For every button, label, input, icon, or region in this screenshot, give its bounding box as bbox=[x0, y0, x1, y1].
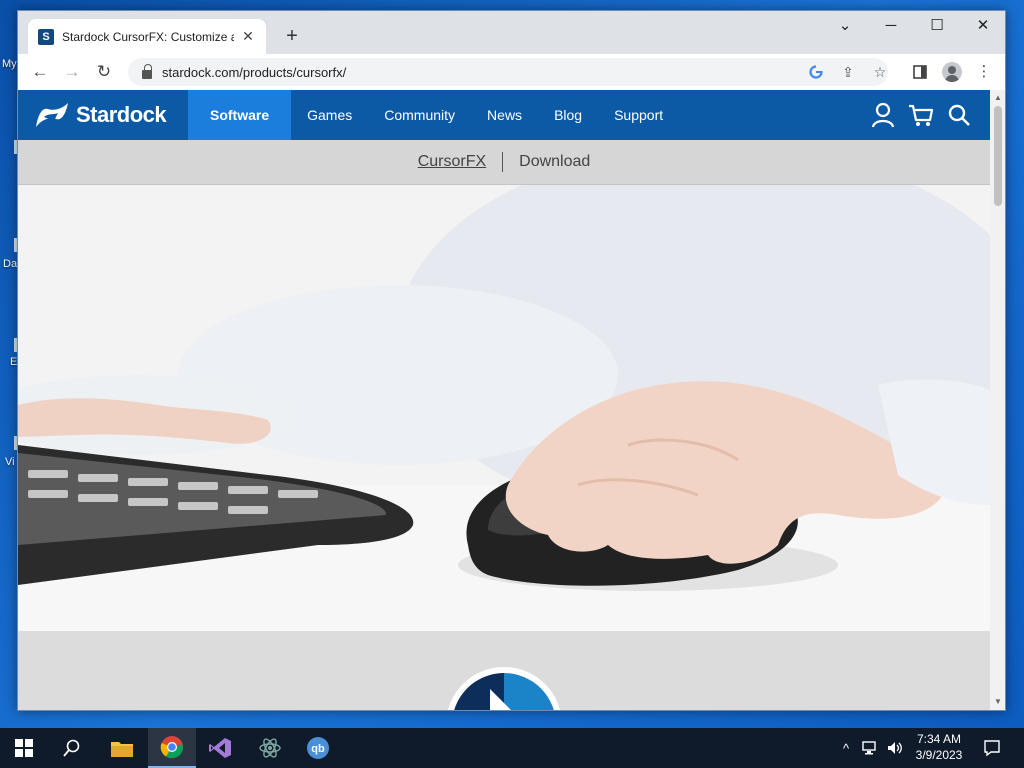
qbittorrent-icon: qb bbox=[307, 737, 329, 759]
desktop-icon-label[interactable]: My bbox=[2, 58, 17, 70]
scroll-up-arrow-icon[interactable]: ▲ bbox=[994, 93, 1002, 102]
desktop-icon-label[interactable]: Vi bbox=[5, 456, 15, 468]
product-subnav: CursorFX Download bbox=[18, 140, 990, 185]
notification-center-button[interactable] bbox=[972, 728, 1012, 768]
nav-community[interactable]: Community bbox=[368, 90, 471, 140]
maximize-button[interactable]: ☐ bbox=[914, 11, 960, 43]
clock-date: 3/9/2023 bbox=[915, 748, 963, 762]
system-tray: ^ bbox=[836, 728, 904, 768]
account-icon[interactable] bbox=[870, 102, 896, 128]
content-section bbox=[18, 631, 990, 710]
chrome-icon bbox=[160, 736, 184, 759]
taskbar-search-button[interactable] bbox=[48, 728, 96, 768]
keyboard-key bbox=[128, 498, 168, 506]
subnav-cursorfx-link[interactable]: CursorFX bbox=[418, 153, 486, 171]
nav-games[interactable]: Games bbox=[291, 90, 368, 140]
cursorfx-logo-icon bbox=[450, 669, 558, 710]
browser-window: S Stardock CursorFX: Customize ar ✕ + ⌄ … bbox=[17, 10, 1006, 711]
atom-icon bbox=[259, 738, 281, 758]
start-button[interactable] bbox=[0, 728, 48, 768]
google-translate-icon[interactable] bbox=[804, 58, 828, 86]
taskbar-clock[interactable]: 7:34 AM 3/9/2023 bbox=[908, 731, 970, 763]
nav-news[interactable]: News bbox=[471, 90, 538, 140]
new-tab-button[interactable]: + bbox=[280, 25, 304, 49]
keyboard-key bbox=[228, 486, 268, 494]
subnav-download-link[interactable]: Download bbox=[519, 153, 590, 171]
keyboard-key bbox=[128, 478, 168, 486]
show-hidden-icons-icon[interactable]: ^ bbox=[836, 741, 856, 756]
svg-text:qb: qb bbox=[311, 743, 325, 755]
keyboard-key bbox=[178, 502, 218, 510]
page-viewport: Stardock Software Games Community News B… bbox=[18, 90, 990, 710]
nav-blog[interactable]: Blog bbox=[538, 90, 598, 140]
reload-button[interactable]: ↻ bbox=[92, 60, 116, 84]
lock-icon[interactable] bbox=[142, 63, 152, 79]
share-icon[interactable]: ⇪ bbox=[836, 58, 860, 86]
back-button[interactable]: ← bbox=[28, 60, 52, 84]
subnav-divider bbox=[502, 152, 504, 172]
side-panel-icon[interactable] bbox=[908, 60, 932, 84]
tab-title: Stardock CursorFX: Customize ar bbox=[62, 29, 234, 44]
profile-avatar[interactable] bbox=[940, 60, 964, 84]
keyboard-key bbox=[78, 494, 118, 502]
site-header: Stardock Software Games Community News B… bbox=[18, 90, 990, 140]
keyboard-key bbox=[78, 474, 118, 482]
taskbar-chrome[interactable] bbox=[148, 728, 196, 768]
tab-close-icon[interactable]: ✕ bbox=[240, 28, 256, 45]
stardock-logo-icon bbox=[36, 103, 68, 127]
search-icon bbox=[63, 739, 80, 757]
keyboard-key bbox=[28, 470, 68, 478]
bookmark-star-icon[interactable]: ☆ bbox=[868, 58, 892, 86]
taskbar-atom[interactable] bbox=[246, 728, 294, 768]
taskbar-file-explorer[interactable] bbox=[98, 728, 146, 768]
nav-software[interactable]: Software bbox=[188, 90, 292, 140]
taskbar: qb ^ 7:34 AM 3/9/2023 bbox=[0, 728, 1024, 768]
brand-name: Stardock bbox=[76, 102, 167, 127]
clock-time: 7:34 AM bbox=[916, 732, 962, 746]
keyboard-key bbox=[228, 506, 268, 514]
start-icon bbox=[15, 739, 33, 757]
keyboard-key bbox=[28, 490, 68, 498]
nav-support[interactable]: Support bbox=[598, 90, 679, 140]
file-explorer-icon bbox=[111, 742, 133, 757]
tab-strip: S Stardock CursorFX: Customize ar ✕ + ⌄ … bbox=[18, 11, 1005, 54]
stardock-logo[interactable]: Stardock bbox=[32, 99, 182, 131]
cursorfx-product-icon bbox=[446, 667, 562, 710]
hero-image bbox=[18, 185, 990, 631]
browser-tab[interactable]: S Stardock CursorFX: Customize ar ✕ bbox=[28, 19, 266, 54]
desktop-icon-label[interactable]: Da bbox=[3, 258, 17, 270]
volume-icon[interactable] bbox=[886, 740, 904, 756]
network-icon[interactable] bbox=[862, 740, 880, 756]
stardock-favicon-icon: S bbox=[38, 28, 54, 45]
taskbar-visual-studio[interactable] bbox=[196, 728, 244, 768]
header-icons bbox=[870, 102, 972, 128]
notification-icon bbox=[984, 740, 1000, 757]
scroll-down-arrow-icon[interactable]: ▼ bbox=[994, 697, 1002, 706]
forward-button[interactable]: → bbox=[60, 60, 84, 84]
browser-toolbar: ← → ↻ stardock.com/products/cursorfx/ ⇪ … bbox=[18, 54, 1005, 90]
taskbar-qbittorrent[interactable]: qb bbox=[294, 728, 342, 768]
page-scrollbar[interactable]: ▲ ▼ bbox=[990, 90, 1005, 710]
avatar-icon bbox=[942, 62, 962, 82]
cart-icon[interactable] bbox=[908, 102, 934, 128]
hero-illustration bbox=[18, 185, 990, 631]
search-icon[interactable] bbox=[946, 102, 972, 128]
url-text[interactable]: stardock.com/products/cursorfx/ bbox=[162, 65, 346, 80]
menu-kebab-icon[interactable]: ⋮ bbox=[972, 60, 996, 84]
scroll-thumb[interactable] bbox=[994, 106, 1002, 206]
keyboard-key bbox=[178, 482, 218, 490]
visual-studio-icon bbox=[209, 738, 231, 758]
address-bar[interactable]: stardock.com/products/cursorfx/ ⇪ ☆ bbox=[128, 58, 888, 86]
close-button[interactable]: ✕ bbox=[960, 11, 1005, 43]
minimize-button[interactable]: ─ bbox=[868, 11, 914, 43]
tab-search-button[interactable]: ⌄ bbox=[822, 11, 868, 43]
keyboard-key bbox=[278, 490, 318, 498]
